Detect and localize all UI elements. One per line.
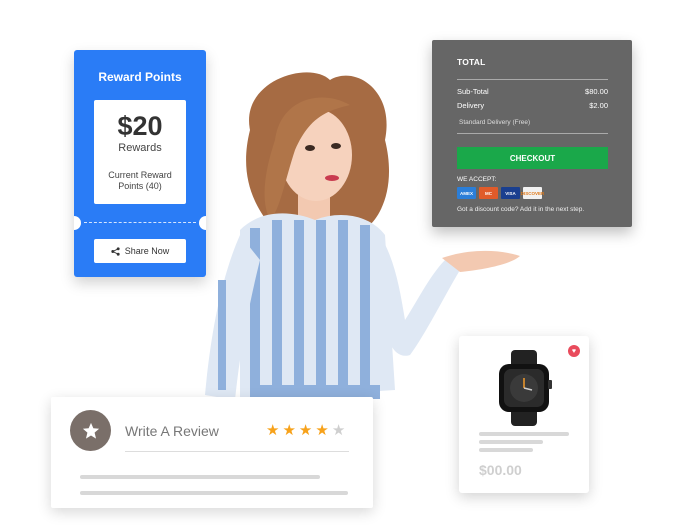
ticket-notch-right xyxy=(199,216,206,230)
star-icon[interactable]: ★ xyxy=(315,421,328,439)
amex-card-icon: AMEX xyxy=(457,187,476,199)
discount-code-text: Got a discount code? Add it in the next … xyxy=(457,206,585,213)
review-title-underline xyxy=(125,451,349,452)
we-accept-label: WE ACCEPT: xyxy=(457,176,497,183)
total-divider xyxy=(457,79,608,80)
share-now-label: Share Now xyxy=(124,246,170,256)
delivery-label: Delivery xyxy=(457,101,485,110)
star-icon[interactable]: ★ xyxy=(332,421,345,439)
reward-title: Reward Points xyxy=(98,70,182,84)
review-text-placeholder xyxy=(80,491,348,495)
reward-summary-box: $20 Rewards Current Reward Points (40) xyxy=(94,100,186,204)
delivery-row: Delivery $2.00 xyxy=(457,101,608,110)
reward-points-card: Reward Points $20 Rewards Current Reward… xyxy=(74,50,206,277)
total-title: TOTAL xyxy=(457,57,486,67)
checkout-button[interactable]: CHECKOUT xyxy=(457,147,608,169)
share-now-button[interactable]: Share Now xyxy=(94,239,186,263)
subtotal-value: $80.00 xyxy=(585,87,608,96)
delivery-select-underline xyxy=(457,133,608,134)
delivery-option-select[interactable]: Standard Delivery (Free) xyxy=(457,119,530,126)
subtotal-label: Sub-Total xyxy=(457,87,489,96)
star-icon[interactable]: ★ xyxy=(282,421,295,439)
reward-points-text: Current Reward Points (40) xyxy=(108,170,172,191)
star-icon xyxy=(82,422,99,439)
reward-amount-label: Rewards xyxy=(118,142,162,154)
star-icon[interactable]: ★ xyxy=(299,421,312,439)
review-text-placeholder xyxy=(80,475,320,479)
ticket-notch-left xyxy=(74,216,81,230)
favorite-heart-icon[interactable]: ♥ xyxy=(568,345,580,357)
ticket-divider xyxy=(84,222,196,223)
product-desc-placeholder xyxy=(479,440,543,444)
product-desc-placeholder xyxy=(479,448,533,452)
review-star-badge xyxy=(70,410,111,451)
delivery-value: $2.00 xyxy=(589,101,608,110)
share-icon xyxy=(111,246,120,256)
product-card[interactable]: ♥ $00.00 xyxy=(459,336,589,493)
product-price: $00.00 xyxy=(479,462,522,478)
smartwatch-image xyxy=(499,350,552,426)
mastercard-icon: MC xyxy=(479,187,498,199)
subtotal-row: Sub-Total $80.00 xyxy=(457,87,608,96)
write-review-title[interactable]: Write A Review xyxy=(125,423,219,439)
order-total-card: TOTAL Sub-Total $80.00 Delivery $2.00 St… xyxy=(432,40,632,227)
star-icon[interactable]: ★ xyxy=(266,421,279,439)
reward-amount: $20 xyxy=(117,111,163,141)
product-name-placeholder xyxy=(479,432,569,436)
payment-card-icons: AMEX MC VISA DISCOVER xyxy=(457,187,544,199)
discover-card-icon: DISCOVER xyxy=(521,187,544,199)
review-star-rating[interactable]: ★ ★ ★ ★ ★ xyxy=(266,421,345,439)
write-review-card: Write A Review ★ ★ ★ ★ ★ xyxy=(51,397,373,508)
visa-card-icon: VISA xyxy=(501,187,520,199)
